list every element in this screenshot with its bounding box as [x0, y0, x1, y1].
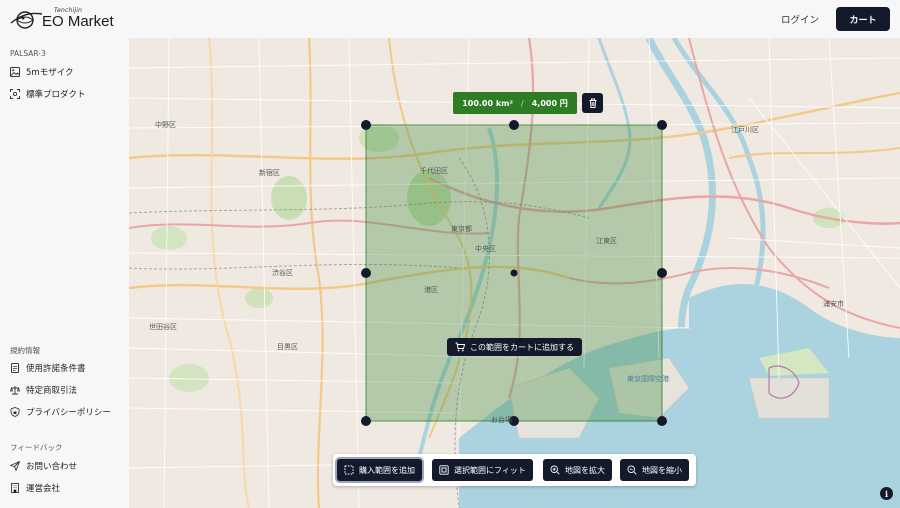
- logo[interactable]: Tenchijin EO Market: [10, 6, 114, 34]
- sidebar-item-5m-mosaic[interactable]: 5mモザイク: [10, 64, 74, 80]
- section-label-product: PALSAR-3: [10, 49, 46, 58]
- area-value: 100.00 km²: [462, 98, 514, 108]
- logo-title: EO Market: [42, 13, 114, 30]
- sidebar-item-label: 標準プロダクト: [26, 90, 86, 100]
- scale-icon: [10, 386, 20, 395]
- sidebar-item-label: 5mモザイク: [26, 68, 74, 78]
- building-icon: [11, 483, 19, 493]
- sidebar-item-commerce-law[interactable]: 特定商取引法: [10, 382, 77, 398]
- add-area-label: 購入範囲を追加: [359, 465, 415, 475]
- scan-icon: [10, 89, 20, 99]
- dashed-square-icon: [344, 465, 354, 475]
- add-to-cart-button[interactable]: この範囲をカートに追加する: [447, 338, 582, 356]
- map-label: 東京都: [451, 225, 472, 233]
- add-area-button[interactable]: 購入範囲を追加: [337, 459, 422, 481]
- zoom-in-button[interactable]: 地図を拡大: [543, 459, 612, 481]
- map-label: 中央区: [475, 245, 496, 253]
- map-label: 浦安市: [823, 300, 844, 308]
- zoom-out-label: 地図を縮小: [642, 465, 682, 475]
- sidebar-item-company[interactable]: 運営会社: [10, 480, 60, 496]
- map-label: 世田谷区: [149, 323, 177, 331]
- zoom-out-icon: [627, 465, 637, 475]
- fit-icon: [439, 465, 449, 475]
- map-label: 千代田区: [420, 167, 448, 175]
- map-label: 渋谷区: [272, 269, 293, 277]
- zoom-in-label: 地図を拡大: [565, 465, 605, 475]
- area-price-badge: 100.00 km² / 4,000 円: [453, 92, 577, 114]
- sidebar-item-license[interactable]: 使用許諾条件書: [10, 360, 86, 376]
- map-label: 中野区: [155, 121, 176, 129]
- send-icon: [10, 461, 20, 471]
- delete-selection-button[interactable]: [582, 93, 603, 113]
- add-to-cart-label: この範囲をカートに追加する: [470, 342, 574, 352]
- info-icon[interactable]: i: [880, 487, 893, 500]
- map-toolbar: 購入範囲を追加 選択範囲にフィット 地図を拡大 地図を縮小: [333, 454, 696, 486]
- section-label-terms: 規約情報: [10, 346, 40, 355]
- sidebar-item-label: 特定商取引法: [26, 386, 78, 396]
- cart-icon: [455, 342, 465, 352]
- sidebar-item-standard-product[interactable]: 標準プロダクト: [10, 86, 86, 102]
- sidebar-item-label: 使用許諾条件書: [26, 364, 86, 374]
- image-icon: [10, 67, 20, 77]
- sidebar-item-contact[interactable]: お問い合わせ: [10, 458, 77, 474]
- document-icon: [11, 363, 19, 373]
- fit-selection-label: 選択範囲にフィット: [454, 465, 526, 475]
- zoom-out-button[interactable]: 地図を縮小: [620, 459, 689, 481]
- map-label: 江東区: [596, 237, 617, 245]
- price-value: 4,000 円: [531, 98, 568, 108]
- map-label: 江戸川区: [731, 126, 759, 134]
- map-label: 目黒区: [277, 343, 298, 351]
- trash-icon: [589, 98, 596, 108]
- header: Tenchijin EO Market ログイン カート: [0, 0, 900, 38]
- cart-button[interactable]: カート: [836, 7, 890, 31]
- sidebar-item-privacy-policy[interactable]: プライバシーポリシー: [10, 404, 111, 420]
- sidebar-item-label: プライバシーポリシー: [26, 408, 111, 418]
- shield-lock-icon: [10, 407, 20, 417]
- map-label: お台場: [491, 416, 512, 424]
- sidebar-item-label: お問い合わせ: [26, 462, 78, 472]
- fit-selection-button[interactable]: 選択範囲にフィット: [432, 459, 533, 481]
- sidebar-item-label: 運営会社: [26, 484, 61, 494]
- map-label: 新宿区: [259, 169, 280, 177]
- area-price-separator: /: [521, 98, 524, 108]
- login-link[interactable]: ログイン: [781, 12, 819, 26]
- map-label: 東京国際空港: [627, 375, 669, 383]
- zoom-in-icon: [550, 465, 560, 475]
- globe-logo-icon: [10, 11, 43, 29]
- section-label-feedback: フィードバック: [10, 443, 63, 452]
- sidebar: PALSAR-3 5mモザイク 標準プロダクト 規約情報 使用許諾条件書 特定商…: [0, 38, 129, 508]
- map-label: 港区: [424, 286, 438, 294]
